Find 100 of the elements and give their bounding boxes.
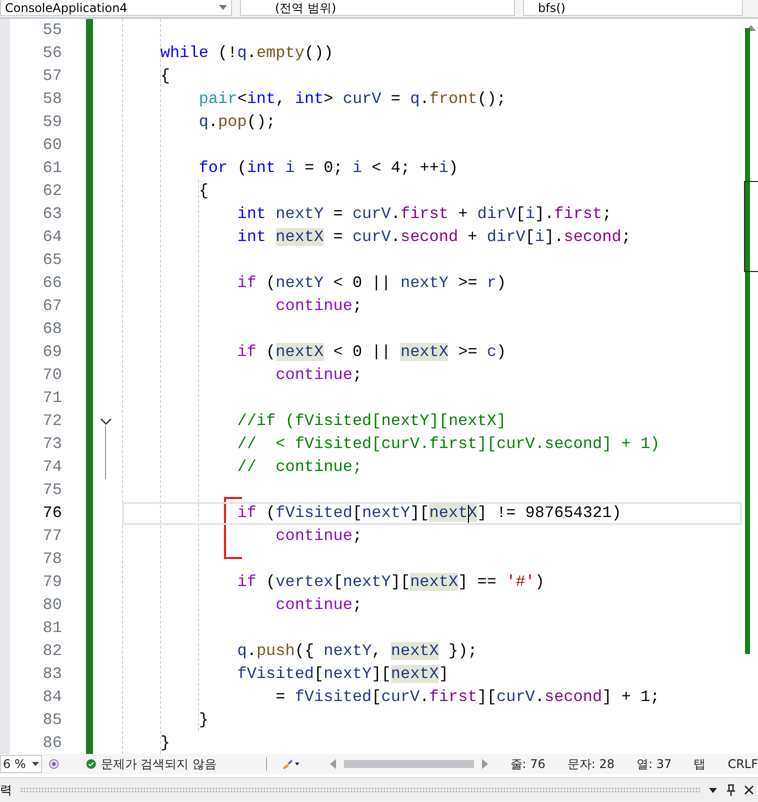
string-literal: '#' bbox=[506, 573, 535, 591]
code-text: ( bbox=[265, 573, 276, 591]
code-text: . bbox=[390, 205, 400, 223]
keyword: continue bbox=[276, 527, 352, 545]
identifier: curV bbox=[381, 688, 420, 706]
code-text: (); bbox=[477, 90, 506, 108]
code-text: ]. bbox=[534, 205, 554, 223]
function-name: empty bbox=[256, 44, 304, 62]
code-text: . bbox=[246, 44, 256, 62]
code-text: (! bbox=[217, 44, 238, 62]
code-text: ] == bbox=[458, 573, 498, 591]
highlighted-reference: nextX bbox=[276, 343, 324, 361]
code-text: ) bbox=[496, 343, 506, 361]
scope-dropdown[interactable]: (전역 범위) bbox=[240, 0, 515, 16]
keyword: for bbox=[198, 159, 228, 177]
line-number: 71 bbox=[42, 388, 62, 409]
code-text: ; bbox=[621, 228, 631, 246]
line-number: 83 bbox=[42, 664, 62, 685]
highlighted-reference: nextX bbox=[390, 642, 439, 660]
keyword: if bbox=[237, 343, 256, 361]
zoom-dropdown[interactable]: 6 % bbox=[0, 755, 42, 773]
code-text: < bbox=[332, 274, 344, 292]
line-number: 56 bbox=[42, 43, 62, 64]
project-dropdown[interactable]: ConsoleApplication4 bbox=[0, 0, 232, 16]
code-text: , bbox=[276, 90, 286, 108]
code-text: . bbox=[534, 688, 544, 706]
scrollbar-thumb[interactable] bbox=[344, 760, 474, 768]
number-literal: 1 bbox=[640, 688, 650, 706]
identifier: i bbox=[438, 159, 449, 177]
function-name: pop bbox=[218, 113, 247, 131]
panel-title: 력 bbox=[0, 782, 12, 798]
code-text: ) bbox=[448, 159, 458, 177]
code-text: || bbox=[370, 343, 392, 361]
highlighted-reference: nextX bbox=[276, 228, 324, 246]
code-text: } bbox=[198, 711, 208, 729]
line-number: 58 bbox=[42, 89, 62, 110]
close-icon[interactable] bbox=[744, 785, 754, 795]
line-number: 55 bbox=[42, 20, 62, 41]
identifier: q bbox=[237, 44, 247, 62]
code-text: ; ++ bbox=[400, 159, 439, 177]
code-text: ]. bbox=[544, 228, 564, 246]
identifier: fVisited bbox=[237, 665, 314, 683]
keyword: if bbox=[237, 573, 256, 591]
comment: //if (fVisited[nextY][nextX] bbox=[237, 412, 506, 430]
code-text: ] != bbox=[477, 504, 517, 522]
identifier: q bbox=[237, 642, 247, 660]
number-literal: 0 bbox=[324, 159, 334, 177]
code-text: = bbox=[276, 688, 286, 706]
line-number: 79 bbox=[42, 572, 62, 593]
scroll-left-arrow-icon[interactable] bbox=[330, 759, 336, 769]
character-indicator: 문자: 28 bbox=[567, 756, 615, 772]
line-number: 68 bbox=[42, 319, 62, 340]
code-text: ; bbox=[650, 688, 660, 706]
code-text: [ bbox=[372, 688, 382, 706]
keyword: int bbox=[294, 90, 324, 108]
identifier: r bbox=[486, 274, 496, 292]
code-text: ( bbox=[265, 504, 276, 522]
identifier: curV bbox=[352, 228, 391, 246]
identifier: curV bbox=[342, 90, 382, 108]
code-text: = bbox=[390, 90, 402, 108]
code-text: ; bbox=[602, 205, 612, 223]
code-text: ( bbox=[265, 274, 276, 292]
member-dropdown[interactable]: bfs() bbox=[523, 0, 743, 16]
code-text: + bbox=[457, 205, 469, 223]
identifier: nextY bbox=[324, 665, 372, 683]
keyword: int bbox=[246, 159, 277, 177]
line-number: 59 bbox=[42, 112, 62, 133]
keyword: int bbox=[246, 90, 276, 108]
scroll-right-arrow-icon[interactable] bbox=[482, 759, 488, 769]
member-name: second bbox=[564, 228, 622, 246]
type-name: pair bbox=[198, 90, 238, 108]
line-number: 66 bbox=[42, 273, 62, 294]
code-text: [ bbox=[333, 573, 343, 591]
dropdown-arrow-icon[interactable] bbox=[708, 785, 718, 795]
function-name: front bbox=[429, 90, 478, 108]
identifier: nextY bbox=[276, 205, 324, 223]
code-text: = bbox=[332, 228, 344, 246]
number-literal: 0 bbox=[352, 274, 362, 292]
number-literal: 987654321 bbox=[525, 504, 612, 522]
code-text: { bbox=[198, 182, 208, 200]
caret-icon bbox=[219, 5, 227, 10]
identifier: i bbox=[534, 228, 545, 246]
collapse-chevron-icon[interactable] bbox=[100, 418, 112, 426]
line-number: 60 bbox=[42, 135, 62, 156]
code-text: . bbox=[420, 90, 430, 108]
code-text: . bbox=[420, 688, 430, 706]
code-text: }); bbox=[447, 642, 478, 660]
code-text: > bbox=[324, 90, 334, 108]
pin-icon[interactable] bbox=[726, 784, 736, 796]
keyword: int bbox=[237, 228, 268, 246]
identifier: curV bbox=[496, 688, 535, 706]
code-text: || bbox=[370, 274, 392, 292]
code-text: >= bbox=[457, 343, 478, 361]
code-text: ) bbox=[612, 504, 622, 522]
line-number: 77 bbox=[42, 526, 62, 547]
keyword: if bbox=[237, 274, 256, 292]
code-text: , bbox=[372, 642, 382, 660]
line-number: 73 bbox=[42, 434, 62, 455]
line-number: 57 bbox=[42, 66, 62, 87]
code-text: . bbox=[390, 228, 400, 246]
